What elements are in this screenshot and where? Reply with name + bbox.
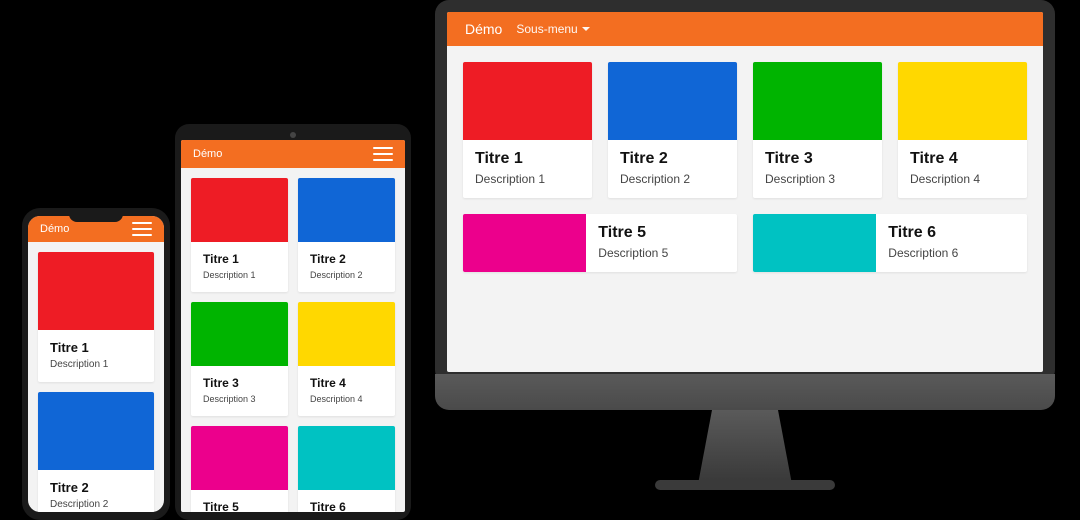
card-swatch	[753, 62, 882, 140]
card-body: Titre 5Description 5	[191, 490, 288, 512]
hamburger-icon[interactable]	[373, 147, 393, 161]
card-title: Titre 1	[475, 150, 580, 168]
card-title: Titre 2	[50, 480, 142, 495]
tablet-device: Démo Titre 1 Description 1 Titre 2 Descript…	[175, 124, 411, 520]
card-item[interactable]: Titre 6 Description 6	[753, 214, 1027, 272]
phone-screen: Démo Titre 1 Description 1 Titre 2 Descript…	[28, 216, 164, 512]
card-description: Description 4	[310, 394, 383, 404]
card-body: Titre 1 Description 1	[38, 330, 154, 382]
card-item[interactable]: Titre 3 Description 3	[753, 62, 882, 198]
card-body: Titre 1 Description 1	[463, 140, 592, 198]
card-swatch	[298, 178, 395, 242]
card-title: Titre 2	[620, 150, 725, 168]
phone-bezel: Démo Titre 1 Description 1 Titre 2 Descript…	[22, 208, 170, 520]
card-swatch	[191, 426, 288, 490]
card-item[interactable]: Titre 5 Description 5	[463, 214, 737, 272]
card-item[interactable]: Titre 5Description 5	[191, 426, 288, 512]
desktop-stand	[690, 410, 800, 480]
card-grid-desktop: Titre 1 Description 1 Titre 2 Description 2…	[447, 46, 1043, 288]
card-description: Description 2	[50, 499, 142, 510]
navbar-tablet: Démo	[181, 140, 405, 168]
card-description: Description 1	[475, 172, 580, 186]
card-body: Titre 3 Description 3	[753, 140, 882, 198]
desktop-bezel: Démo Sous-menu Titre 1Description 1Titre…	[435, 0, 1055, 384]
submenu-label: Sous-menu	[516, 22, 577, 36]
card-item[interactable]: Titre 2 Description 2	[298, 178, 395, 292]
card-description: Description 2	[620, 172, 725, 186]
card-title: Titre 6	[888, 224, 1015, 242]
chevron-down-icon	[582, 27, 590, 31]
card-description: Description 3	[765, 172, 870, 186]
card-description: Description 1	[50, 359, 142, 370]
card-title: Titre 1	[50, 340, 142, 355]
card-body: Titre 2 Description 2	[608, 140, 737, 198]
card-swatch	[753, 214, 876, 272]
card-body: Titre 4 Description 4	[298, 366, 395, 416]
card-swatch	[463, 214, 586, 272]
card-title: Titre 4	[310, 376, 383, 390]
card-body: Titre 1 Description 1	[191, 242, 288, 292]
navbar-desktop: Démo Sous-menu	[447, 12, 1043, 46]
card-body: Titre 2 Description 2	[38, 470, 154, 512]
card-item[interactable]: Titre 1 Description 1	[191, 178, 288, 292]
card-swatch	[298, 302, 395, 366]
hamburger-icon[interactable]	[132, 222, 152, 236]
card-title: Titre 4	[910, 150, 1015, 168]
card-body: Titre 3 Description 3	[191, 366, 288, 416]
card-swatch	[38, 392, 154, 470]
card-grid-phone: Titre 1 Description 1 Titre 2 Description 2	[28, 242, 164, 512]
card-item[interactable]: Titre 3 Description 3	[191, 302, 288, 416]
desktop-base	[655, 480, 835, 490]
card-body: Titre 6Description 6	[298, 490, 395, 512]
card-swatch	[463, 62, 592, 140]
card-description: Description 2	[310, 270, 383, 280]
card-title: Titre 2	[310, 252, 383, 266]
card-item[interactable]: Titre 6Description 6	[298, 426, 395, 512]
card-item[interactable]: Titre 2 Description 2	[608, 62, 737, 198]
card-item[interactable]: Titre 4 Description 4	[898, 62, 1027, 198]
phone-notch	[69, 212, 123, 222]
card-swatch	[608, 62, 737, 140]
brand-link[interactable]: Démo	[193, 148, 222, 160]
card-swatch	[298, 426, 395, 490]
card-item[interactable]: Titre 1 Description 1	[463, 62, 592, 198]
card-description: Description 5	[598, 246, 725, 260]
card-swatch	[191, 178, 288, 242]
card-grid-tablet: Titre 1 Description 1 Titre 2 Description 2…	[181, 168, 405, 512]
card-swatch	[38, 252, 154, 330]
tablet-screen: Démo Titre 1 Description 1 Titre 2 Descript…	[181, 140, 405, 512]
card-title: Titre 3	[203, 376, 276, 390]
card-description: Description 6	[888, 246, 1015, 260]
card-item[interactable]: Titre 4 Description 4	[298, 302, 395, 416]
card-title: Titre 5	[203, 500, 276, 512]
tablet-bezel: Démo Titre 1 Description 1 Titre 2 Descript…	[175, 124, 411, 520]
card-title: Titre 3	[765, 150, 870, 168]
submenu-dropdown[interactable]: Sous-menu	[516, 22, 589, 36]
card-item[interactable]: Titre 2 Description 2	[38, 392, 154, 512]
tablet-camera	[181, 132, 405, 138]
card-item[interactable]: Titre 1 Description 1	[38, 252, 154, 382]
card-title: Titre 1	[203, 252, 276, 266]
desktop-chin	[435, 374, 1055, 410]
card-body: Titre 6 Description 6	[876, 214, 1027, 272]
phone-device: Démo Titre 1 Description 1 Titre 2 Descript…	[22, 208, 170, 520]
brand-link[interactable]: Démo	[465, 21, 502, 37]
card-body: Titre 2 Description 2	[298, 242, 395, 292]
brand-link[interactable]: Démo	[40, 223, 69, 235]
card-description: Description 3	[203, 394, 276, 404]
card-body: Titre 4 Description 4	[898, 140, 1027, 198]
card-body: Titre 5 Description 5	[586, 214, 737, 272]
desktop-device: Démo Sous-menu Titre 1Description 1Titre…	[435, 0, 1055, 490]
card-description: Description 4	[910, 172, 1015, 186]
card-title: Titre 6	[310, 500, 383, 512]
card-title: Titre 5	[598, 224, 725, 242]
card-swatch	[898, 62, 1027, 140]
desktop-screen: Démo Sous-menu Titre 1Description 1Titre…	[447, 12, 1043, 372]
card-description: Description 1	[203, 270, 276, 280]
card-swatch	[191, 302, 288, 366]
